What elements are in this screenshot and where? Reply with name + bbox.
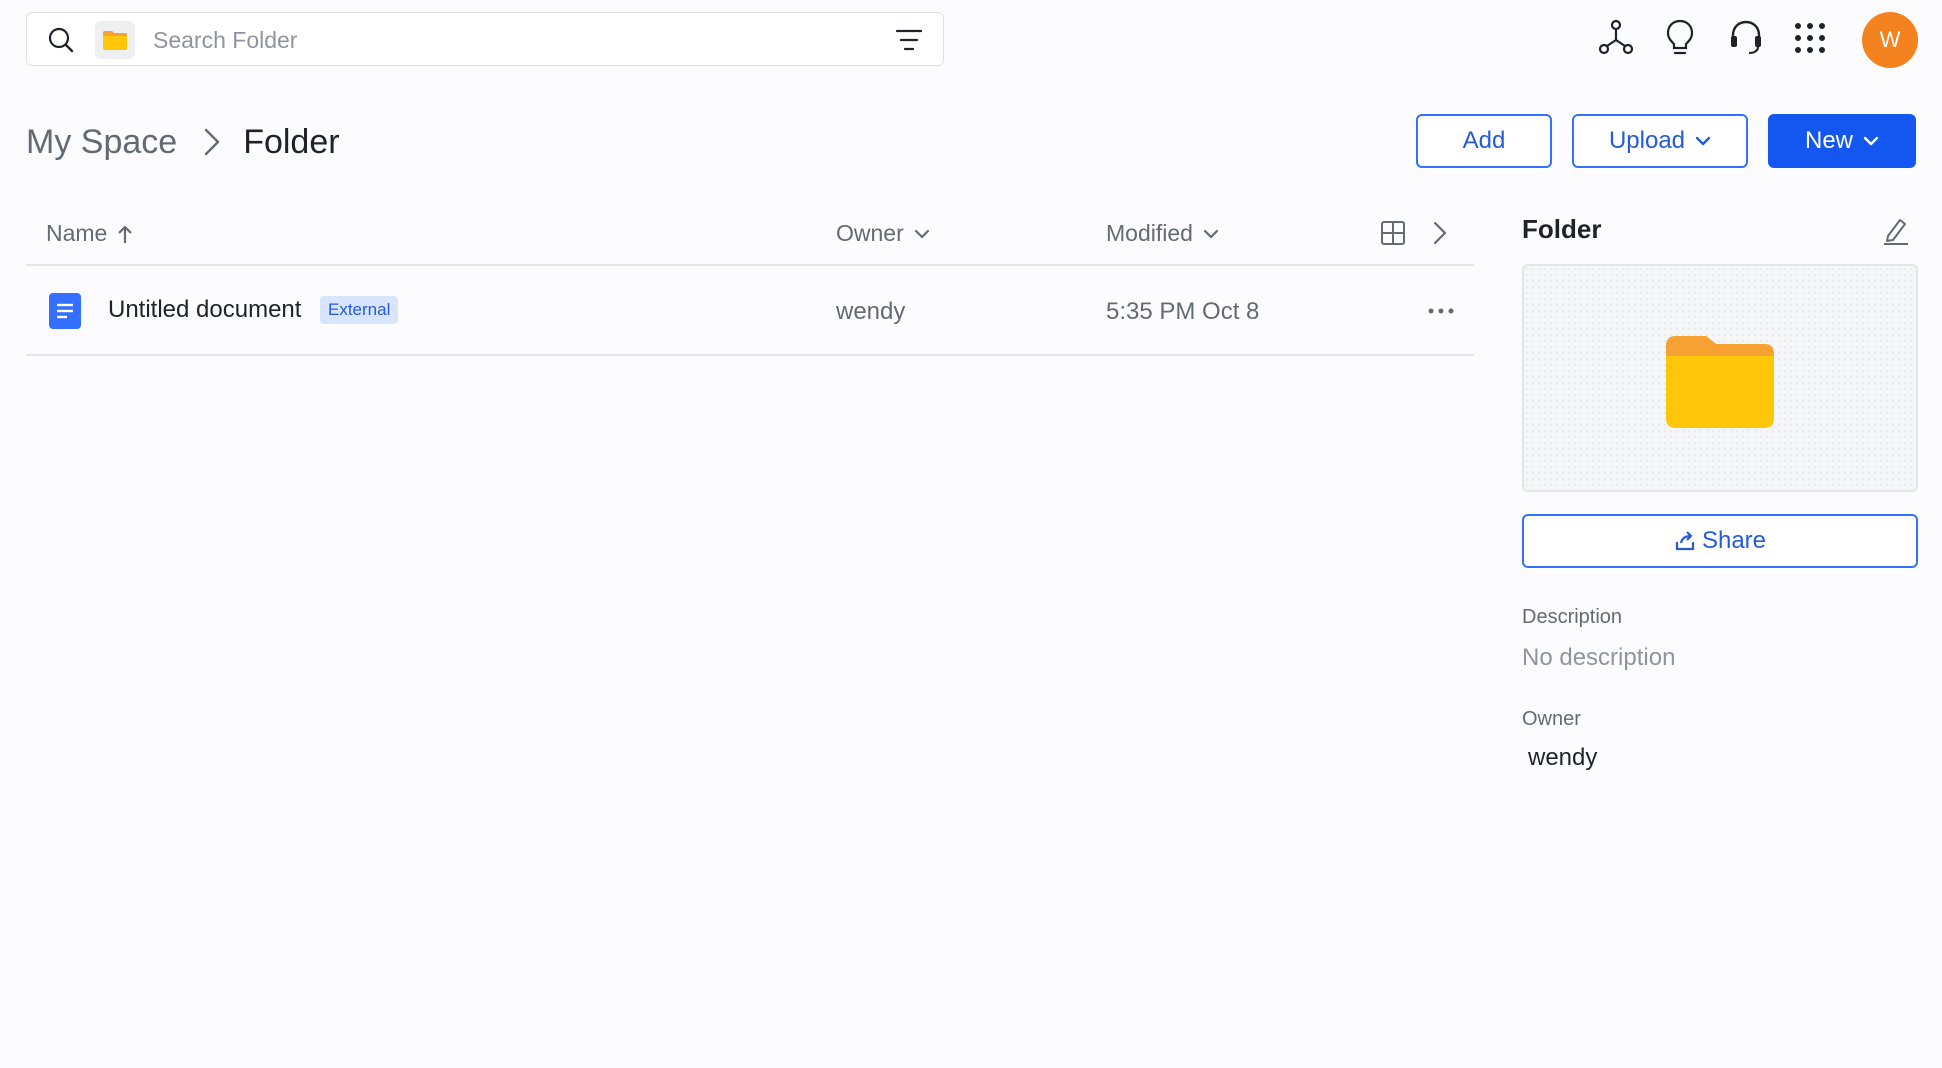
owner-label: Owner (1522, 708, 1581, 730)
breadcrumb: My Space Folder (26, 120, 340, 164)
chevron-down-icon (1863, 136, 1879, 146)
grid-view-icon[interactable] (1380, 220, 1406, 246)
chevron-down-icon (1695, 136, 1711, 146)
search-scope-folder[interactable] (95, 21, 135, 59)
headset-icon[interactable] (1728, 18, 1764, 56)
column-header-owner-label: Owner (836, 220, 904, 246)
column-header-name[interactable]: Name (46, 220, 133, 247)
folder-preview (1522, 264, 1918, 492)
search-input[interactable] (153, 23, 893, 57)
details-title: Folder (1522, 214, 1602, 244)
column-header-modified-label: Modified (1106, 220, 1193, 246)
file-modified: 5:35 PM Oct 8 (1106, 298, 1260, 325)
upload-button[interactable]: Upload (1572, 114, 1748, 168)
share-button[interactable]: Share (1522, 514, 1918, 568)
filter-icon[interactable] (895, 27, 923, 53)
column-header-name-label: Name (46, 220, 108, 246)
chevron-down-icon (914, 229, 930, 239)
chevron-right-icon (203, 127, 221, 157)
description-label: Description (1522, 606, 1623, 628)
folder-icon (1666, 336, 1774, 428)
share-tree-icon[interactable] (1598, 18, 1634, 56)
owner-value: wendy (1528, 744, 1598, 771)
add-button[interactable]: Add (1416, 114, 1552, 168)
file-name[interactable]: Untitled document (108, 296, 301, 324)
new-button[interactable]: New (1768, 114, 1916, 168)
share-icon (1674, 530, 1696, 552)
avatar[interactable]: W (1862, 12, 1918, 68)
app-grid-icon[interactable] (1794, 22, 1826, 54)
upload-button-label: Upload (1608, 127, 1686, 154)
file-owner: wendy (836, 298, 906, 325)
breadcrumb-root[interactable]: My Space (26, 123, 177, 162)
doc-icon (48, 292, 82, 330)
edit-icon[interactable] (1882, 216, 1910, 246)
search-icon[interactable] (47, 26, 75, 54)
table-header: Name Owner Modified (26, 210, 1474, 266)
column-header-modified[interactable]: Modified (1106, 220, 1219, 247)
external-badge: External (320, 296, 399, 324)
breadcrumb-current: Folder (243, 122, 340, 161)
arrow-up-icon (117, 224, 133, 244)
lightbulb-icon[interactable] (1664, 18, 1696, 56)
share-button-label: Share (1701, 527, 1767, 554)
chevron-right-icon[interactable] (1432, 220, 1448, 246)
more-options-icon[interactable] (1428, 308, 1454, 314)
description-value[interactable]: No description (1522, 644, 1675, 672)
new-button-label: New (1804, 127, 1853, 154)
folder-icon (103, 31, 127, 50)
column-header-owner[interactable]: Owner (836, 220, 930, 247)
chevron-down-icon (1203, 229, 1219, 239)
table-row[interactable]: Untitled document External wendy 5:35 PM… (26, 268, 1474, 356)
search-bar[interactable] (26, 12, 944, 66)
add-button-label: Add (1462, 127, 1506, 154)
